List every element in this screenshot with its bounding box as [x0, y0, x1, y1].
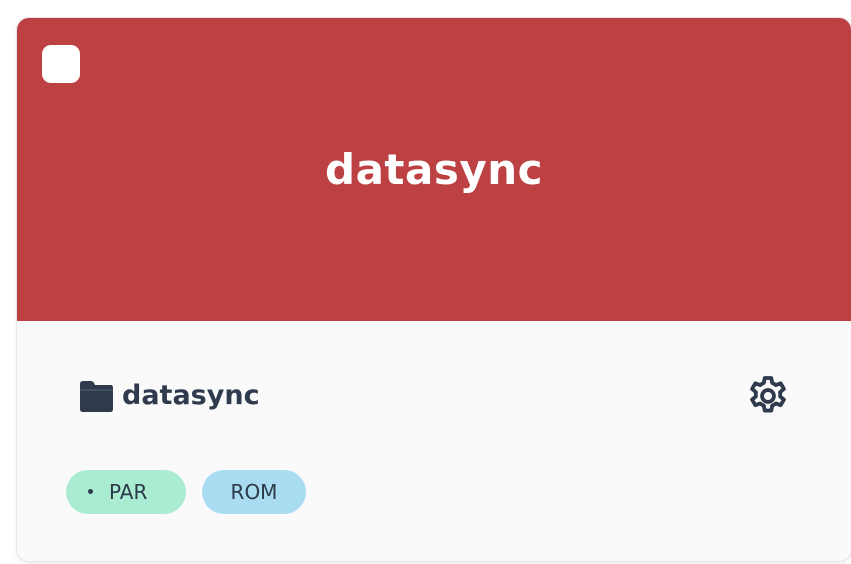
select-checkbox[interactable]	[42, 45, 80, 83]
tag-label: ROM	[230, 480, 278, 504]
repository-name-link[interactable]: datasync	[122, 376, 260, 416]
status-dot-icon	[88, 489, 93, 494]
tag-par: PAR	[66, 470, 186, 514]
tag-rom: ROM	[202, 470, 306, 514]
gear-icon[interactable]	[745, 373, 791, 419]
tag-label: PAR	[109, 480, 148, 504]
card-body: datasync PAR ROM	[17, 321, 851, 561]
card-banner: datasync	[17, 18, 851, 321]
banner-title: datasync	[325, 145, 543, 194]
folder-icon	[80, 381, 113, 412]
repository-card[interactable]: datasync datasync PAR ROM	[17, 18, 851, 561]
